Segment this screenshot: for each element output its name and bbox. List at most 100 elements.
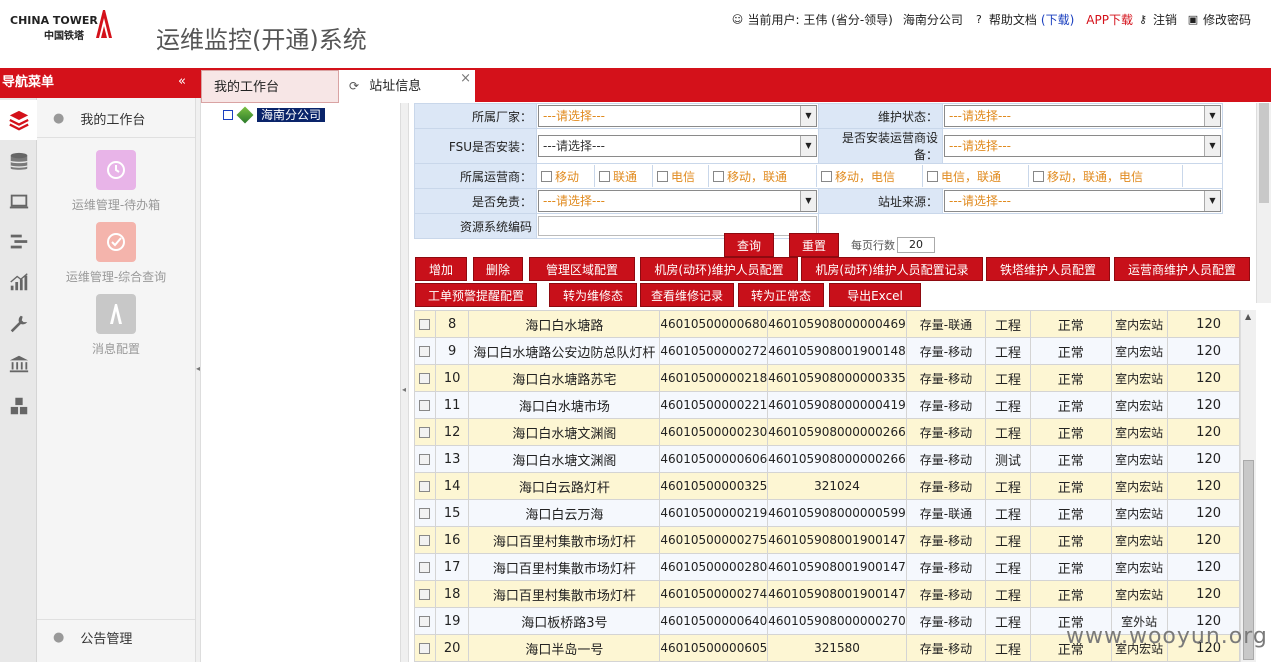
list-icon[interactable] bbox=[0, 222, 37, 262]
vendor-select[interactable]: ---请选择--- ▼ bbox=[538, 105, 817, 127]
change-password-link[interactable]: 修改密码 bbox=[1203, 11, 1251, 28]
row-checkbox-cell[interactable] bbox=[414, 391, 436, 419]
close-tab-icon[interactable]: × bbox=[460, 62, 471, 95]
free-select[interactable]: ---请选择--- ▼ bbox=[538, 190, 817, 212]
table-row[interactable]: 16 海口百里村集散市场灯杆 46010500000275 4601059080019… bbox=[414, 526, 1240, 554]
scroll-up-icon[interactable]: ▲ bbox=[1245, 312, 1251, 321]
per-page-input[interactable]: 20 bbox=[897, 237, 935, 253]
collapse-nav-icon[interactable]: « bbox=[178, 74, 186, 89]
checkbox[interactable] bbox=[599, 170, 610, 182]
row-checkbox[interactable] bbox=[419, 399, 431, 411]
row-checkbox-cell[interactable] bbox=[414, 553, 436, 581]
row-checkbox-cell[interactable] bbox=[414, 418, 436, 446]
row-checkbox-cell[interactable] bbox=[414, 472, 436, 500]
row-checkbox[interactable] bbox=[419, 615, 431, 627]
operator-option[interactable]: 移动，联通 bbox=[709, 165, 817, 187]
help-doc-link[interactable]: 帮助文档 bbox=[989, 11, 1037, 28]
tree-node-root[interactable]: 海南分公司 bbox=[223, 106, 326, 124]
table-scrollbar[interactable]: ▲ bbox=[1240, 310, 1256, 662]
layers-icon[interactable] bbox=[0, 100, 37, 140]
row-checkbox[interactable] bbox=[419, 588, 431, 600]
refresh-icon[interactable]: ⟳ bbox=[349, 70, 359, 103]
tower-staff-config-button[interactable]: 铁塔维护人员配置 bbox=[986, 257, 1110, 281]
alert-config-button[interactable]: 工单预警提醒配置 bbox=[415, 283, 537, 307]
row-checkbox[interactable] bbox=[419, 534, 431, 546]
row-checkbox[interactable] bbox=[419, 561, 431, 573]
row-checkbox[interactable] bbox=[419, 480, 431, 492]
operator-option[interactable]: 移动，电信 bbox=[817, 165, 923, 187]
row-checkbox-cell[interactable] bbox=[414, 337, 436, 365]
row-checkbox[interactable] bbox=[419, 318, 431, 330]
row-checkbox-cell[interactable] bbox=[414, 580, 436, 608]
query-button[interactable]: 查询 bbox=[724, 233, 774, 257]
table-row[interactable]: 14 海口白云路灯杆 46010500000325 321024 存量-移动 工程 正常 室内… bbox=[414, 472, 1240, 500]
to-repair-button[interactable]: 转为维修态 bbox=[549, 283, 637, 307]
res-code-input[interactable] bbox=[538, 216, 817, 236]
tree-checkbox[interactable] bbox=[223, 110, 233, 120]
fsu-select[interactable]: ---请选择--- ▼ bbox=[538, 135, 817, 157]
to-normal-button[interactable]: 转为正常态 bbox=[738, 283, 824, 307]
scroll-thumb[interactable] bbox=[1259, 103, 1269, 203]
wrench-icon[interactable] bbox=[0, 304, 37, 344]
tile-general-query[interactable]: 运维管理-综合查询 bbox=[37, 222, 195, 285]
row-checkbox[interactable] bbox=[419, 453, 431, 465]
checkbox[interactable] bbox=[657, 170, 668, 182]
menu-my-workbench[interactable]: ● 我的工作台 bbox=[37, 100, 195, 138]
operator-option[interactable]: 联通 bbox=[595, 165, 653, 187]
menu-notice-management[interactable]: ● 公告管理 bbox=[37, 619, 195, 655]
delete-button[interactable]: 删除 bbox=[473, 257, 523, 281]
row-checkbox-cell[interactable] bbox=[414, 445, 436, 473]
laptop-icon[interactable] bbox=[0, 182, 37, 222]
table-row[interactable]: 10 海口白水塘路苏宅 46010500000218 4601059080000003… bbox=[414, 364, 1240, 392]
tile-todo-box[interactable]: 运维管理-待办箱 bbox=[37, 150, 195, 213]
operator-staff-config-button[interactable]: 运营商维护人员配置 bbox=[1114, 257, 1250, 281]
form-scrollbar[interactable] bbox=[1256, 103, 1271, 303]
chart-icon[interactable] bbox=[0, 262, 37, 302]
checkbox[interactable] bbox=[541, 170, 552, 182]
table-row[interactable]: 8 海口白水塘路 46010500000680 460105908000000469 存… bbox=[414, 310, 1240, 338]
operator-option[interactable]: 电信 bbox=[653, 165, 709, 187]
row-checkbox-cell[interactable] bbox=[414, 634, 436, 662]
operator-option[interactable]: 电信，联通 bbox=[923, 165, 1029, 187]
table-row[interactable]: 18 海口百里村集散市场灯杆 46010500000274 4601059080019… bbox=[414, 580, 1240, 608]
table-row[interactable]: 12 海口白水塘文渊阁 46010500000230 4601059080000002… bbox=[414, 418, 1240, 446]
tree-node-label[interactable]: 海南分公司 bbox=[257, 108, 326, 122]
row-checkbox[interactable] bbox=[419, 426, 431, 438]
row-checkbox-cell[interactable] bbox=[414, 607, 436, 635]
tile-message-config[interactable]: 消息配置 bbox=[37, 294, 195, 357]
row-checkbox-cell[interactable] bbox=[414, 364, 436, 392]
checkbox[interactable] bbox=[927, 170, 938, 182]
operator-option[interactable]: 移动 bbox=[537, 165, 595, 187]
download-link[interactable]: (下载) bbox=[1041, 11, 1074, 28]
view-repair-record-button[interactable]: 查看维修记录 bbox=[640, 283, 734, 307]
row-checkbox-cell[interactable] bbox=[414, 499, 436, 527]
area-config-button[interactable]: 管理区域配置 bbox=[529, 257, 635, 281]
reset-button[interactable]: 重置 bbox=[789, 233, 839, 257]
table-row[interactable]: 11 海口白水塘市场 46010500000221 46010590800000041… bbox=[414, 391, 1240, 419]
row-checkbox[interactable] bbox=[419, 345, 431, 357]
row-checkbox[interactable] bbox=[419, 507, 431, 519]
maint-status-select[interactable]: ---请选择--- ▼ bbox=[944, 105, 1221, 127]
bank-icon[interactable] bbox=[0, 344, 37, 384]
source-select[interactable]: ---请选择--- ▼ bbox=[944, 190, 1221, 212]
row-checkbox[interactable] bbox=[419, 372, 431, 384]
row-checkbox[interactable] bbox=[419, 642, 431, 654]
add-button[interactable]: 增加 bbox=[415, 257, 467, 281]
blocks-icon[interactable] bbox=[0, 386, 37, 426]
row-checkbox-cell[interactable] bbox=[414, 310, 436, 338]
operator-device-select[interactable]: ---请选择--- ▼ bbox=[944, 135, 1221, 157]
row-checkbox-cell[interactable] bbox=[414, 526, 436, 554]
table-row[interactable]: 15 海口白云万海 46010500000219 460105908000000599… bbox=[414, 499, 1240, 527]
logout-link[interactable]: 注销 bbox=[1153, 11, 1177, 28]
table-row[interactable]: 17 海口百里村集散市场灯杆 46010500000280 4601059080019… bbox=[414, 553, 1240, 581]
database-icon[interactable] bbox=[0, 142, 37, 182]
tab-my-workbench[interactable]: 我的工作台 bbox=[201, 70, 339, 103]
room-staff-record-button[interactable]: 机房(动环)维护人员配置记录 bbox=[801, 257, 983, 281]
tab-site-info[interactable]: ⟳ 站址信息 × bbox=[339, 70, 475, 103]
room-staff-config-button[interactable]: 机房(动环)维护人员配置 bbox=[640, 257, 798, 281]
checkbox[interactable] bbox=[713, 170, 724, 182]
table-row[interactable]: 9 海口白水塘路公安边防总队灯杆 46010500000272 46010590800… bbox=[414, 337, 1240, 365]
checkbox[interactable] bbox=[821, 170, 832, 182]
collapse-arrow-icon[interactable]: ◂ bbox=[196, 364, 200, 373]
checkbox[interactable] bbox=[1033, 170, 1044, 182]
